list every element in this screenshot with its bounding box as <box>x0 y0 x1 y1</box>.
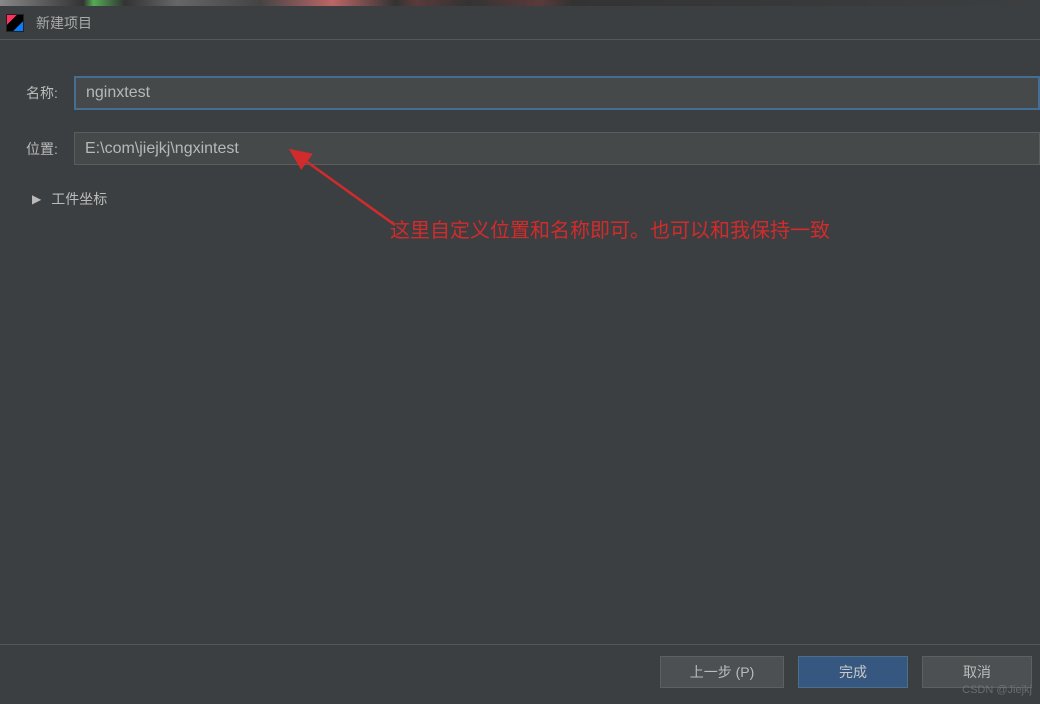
previous-button[interactable]: 上一步 (P) <box>660 656 784 688</box>
cancel-button[interactable]: 取消 <box>922 656 1032 688</box>
name-label: 名称: <box>26 83 74 103</box>
dialog-body: 名称: 位置: ▶ 工件坐标 <box>0 40 1040 644</box>
location-label: 位置: <box>26 139 74 159</box>
name-row: 名称: <box>26 76 1040 110</box>
location-row: 位置: <box>26 132 1040 165</box>
name-input[interactable] <box>74 76 1040 110</box>
artifact-coordinates-label: 工件坐标 <box>51 189 107 209</box>
artifact-coordinates-toggle[interactable]: ▶ 工件坐标 <box>32 189 1040 209</box>
annotation-text: 这里自定义位置和名称即可。也可以和我保持一致 <box>390 214 830 243</box>
dialog-footer: 上一步 (P) 完成 取消 <box>0 644 1040 698</box>
finish-button[interactable]: 完成 <box>798 656 908 688</box>
window-title: 新建项目 <box>36 13 92 33</box>
chevron-right-icon: ▶ <box>32 192 41 206</box>
watermark: CSDN @Jiejkj <box>962 684 1032 696</box>
location-input[interactable] <box>74 132 1040 165</box>
intellij-icon <box>6 14 24 32</box>
titlebar: 新建项目 <box>0 6 1040 40</box>
